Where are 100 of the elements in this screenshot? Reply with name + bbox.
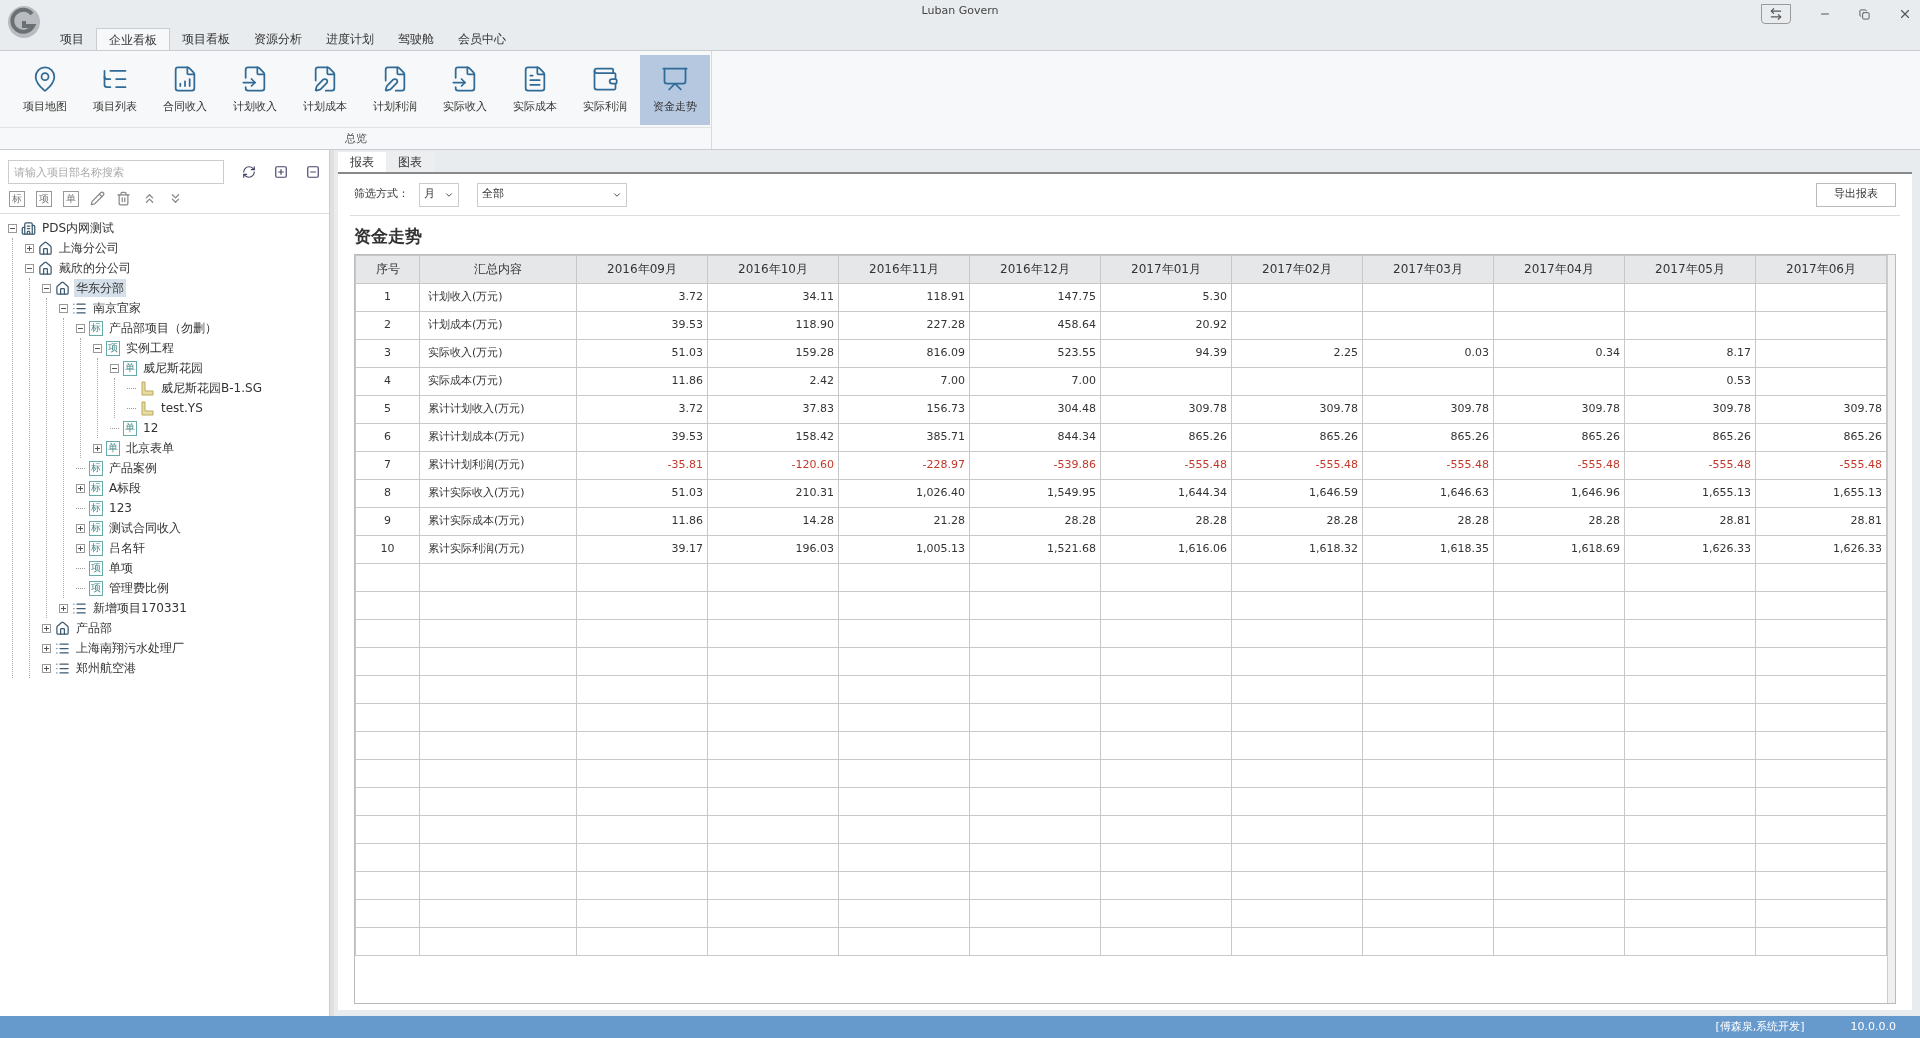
tree-item[interactable]: 产品案例 — [107, 459, 159, 477]
scope-dropdown[interactable]: 全部 — [477, 182, 627, 207]
table-cell: 1,026.40 — [838, 479, 970, 507]
ribbon-button[interactable]: 实际成本 — [500, 55, 570, 125]
tree-item[interactable]: 威尼斯花园B-1.SG — [159, 379, 264, 397]
ribbon-button[interactable]: 资金走势 — [640, 55, 710, 125]
tree-item[interactable]: 郑州航空港 — [74, 659, 138, 677]
table-cell: 9 — [355, 507, 420, 535]
column-header: 2016年11月 — [838, 255, 970, 283]
tree-item[interactable]: 南京宜家 — [91, 299, 143, 317]
collapse-all-icon[interactable] — [306, 165, 320, 179]
expand-all-icon[interactable] — [274, 165, 288, 179]
house-icon — [55, 280, 70, 296]
expand-toggle[interactable] — [42, 643, 51, 653]
collapse-toggle[interactable] — [8, 223, 17, 233]
collapse-toggle[interactable] — [110, 363, 119, 373]
menu-tab[interactable]: 资源分析 — [242, 28, 314, 50]
add-item-icon[interactable]: 单 — [63, 190, 79, 207]
restore-icon[interactable] — [1859, 8, 1870, 20]
node-type-icon: 项 — [89, 580, 103, 596]
table-cell: -35.81 — [576, 451, 708, 479]
expand-toggle[interactable] — [42, 623, 51, 633]
table-cell: 6 — [355, 423, 420, 451]
table-cell: 实际收入(万元) — [419, 339, 577, 367]
tree-item[interactable]: 威尼斯花园 — [141, 359, 205, 377]
table-cell: -555.48 — [1624, 451, 1756, 479]
tree-item[interactable]: 上海南翔污水处理厂 — [74, 639, 186, 657]
expand-toggle[interactable] — [76, 483, 85, 493]
export-button[interactable]: 导出报表 — [1816, 182, 1896, 207]
menu-tab[interactable]: 进度计划 — [314, 28, 386, 50]
expand-toggle[interactable] — [76, 543, 85, 553]
tree-item[interactable]: 单项 — [107, 559, 135, 577]
table-cell: 8.17 — [1624, 339, 1756, 367]
tree-item[interactable]: 产品部项目（勿删） — [107, 319, 219, 337]
column-header: 2017年05月 — [1624, 255, 1756, 283]
menu-tab[interactable]: 会员中心 — [446, 28, 518, 50]
menu-tab[interactable]: 项目看板 — [170, 28, 242, 50]
table-cell: 28.81 — [1755, 507, 1887, 535]
menu-tab[interactable]: 项目 — [48, 28, 96, 50]
table-cell: 0.53 — [1624, 367, 1756, 395]
expand-toggle[interactable] — [93, 443, 102, 453]
search-field[interactable]: 请输入项目部名称搜索 — [8, 160, 224, 184]
ribbon-button[interactable]: 合同收入 — [150, 55, 220, 125]
ribbon-button[interactable]: 计划成本 — [290, 55, 360, 125]
tree-item[interactable]: 123 — [107, 499, 134, 517]
ribbon-button[interactable]: 项目地图 — [10, 55, 80, 125]
building-icon — [21, 220, 36, 236]
table-cell: 3.72 — [576, 283, 708, 311]
tree-item[interactable]: 吕名轩 — [107, 539, 147, 557]
collapse-toggle[interactable] — [42, 283, 51, 293]
tree-item[interactable]: 北京表单 — [124, 439, 176, 457]
expand-toggle[interactable] — [42, 663, 51, 673]
refresh-icon[interactable] — [242, 165, 256, 179]
ribbon-button[interactable]: 计划利润 — [360, 55, 430, 125]
table-cell: -555.48 — [1362, 451, 1494, 479]
table-cell: 28.28 — [1362, 507, 1494, 535]
tree-item[interactable]: PDS内网测试 — [40, 219, 117, 237]
table-cell: 158.42 — [707, 423, 839, 451]
node-type-icon: 标 — [89, 460, 103, 476]
add-item-icon[interactable]: 项 — [36, 190, 52, 207]
ribbon-button[interactable]: 项目列表 — [80, 55, 150, 125]
tree-item[interactable]: 测试合同收入 — [107, 519, 183, 537]
ribbon-group-label: 总览 — [0, 127, 711, 149]
expand-toggle[interactable] — [25, 243, 34, 253]
collapse-toggle[interactable] — [25, 263, 34, 273]
collapse-toggle[interactable] — [93, 343, 102, 353]
app-logo — [6, 4, 42, 40]
table-cell: 28.81 — [1624, 507, 1756, 535]
tree-item[interactable]: 实例工程 — [124, 339, 176, 357]
close-icon[interactable] — [1898, 7, 1912, 21]
tree-item[interactable]: 戴欣的分公司 — [57, 259, 133, 277]
add-item-icon[interactable]: 标 — [9, 190, 25, 207]
expand-toggle[interactable] — [76, 523, 85, 533]
ribbon-button[interactable]: 实际利润 — [570, 55, 640, 125]
tree-item[interactable]: A标段 — [107, 479, 144, 497]
period-dropdown[interactable]: 月 — [419, 182, 459, 207]
tree-item[interactable]: 管理费比例 — [107, 579, 171, 597]
menu-tab[interactable]: 企业看板 — [96, 28, 170, 50]
table-cell: 3 — [355, 339, 420, 367]
tree-item[interactable]: 产品部 — [74, 619, 114, 637]
menu-tab[interactable]: 驾驶舱 — [386, 28, 446, 50]
pencil-icon[interactable] — [90, 191, 105, 206]
column-header: 2016年10月 — [707, 255, 839, 283]
tree-item[interactable]: 上海分公司 — [57, 239, 121, 257]
expand-toggle[interactable] — [59, 603, 68, 613]
tree-item[interactable]: 12 — [141, 419, 161, 437]
ribbon-button[interactable]: 计划收入 — [220, 55, 290, 125]
swap-button[interactable] — [1761, 4, 1791, 24]
tree-item[interactable]: 华东分部 — [74, 279, 126, 297]
house-icon — [38, 240, 53, 256]
view-tab[interactable]: 报表 — [338, 152, 386, 172]
tree-item[interactable]: test.YS — [159, 399, 205, 417]
collapse-toggle[interactable] — [76, 323, 85, 333]
column-header: 2017年02月 — [1231, 255, 1363, 283]
collapse-toggle[interactable] — [59, 303, 68, 313]
table-cell: 累计计划成本(万元) — [419, 423, 577, 451]
table-cell: 309.78 — [1100, 395, 1232, 423]
trash-icon[interactable] — [116, 191, 131, 206]
tree-item[interactable]: 新增项目170331 — [91, 599, 189, 617]
ribbon-button[interactable]: 实际收入 — [430, 55, 500, 125]
